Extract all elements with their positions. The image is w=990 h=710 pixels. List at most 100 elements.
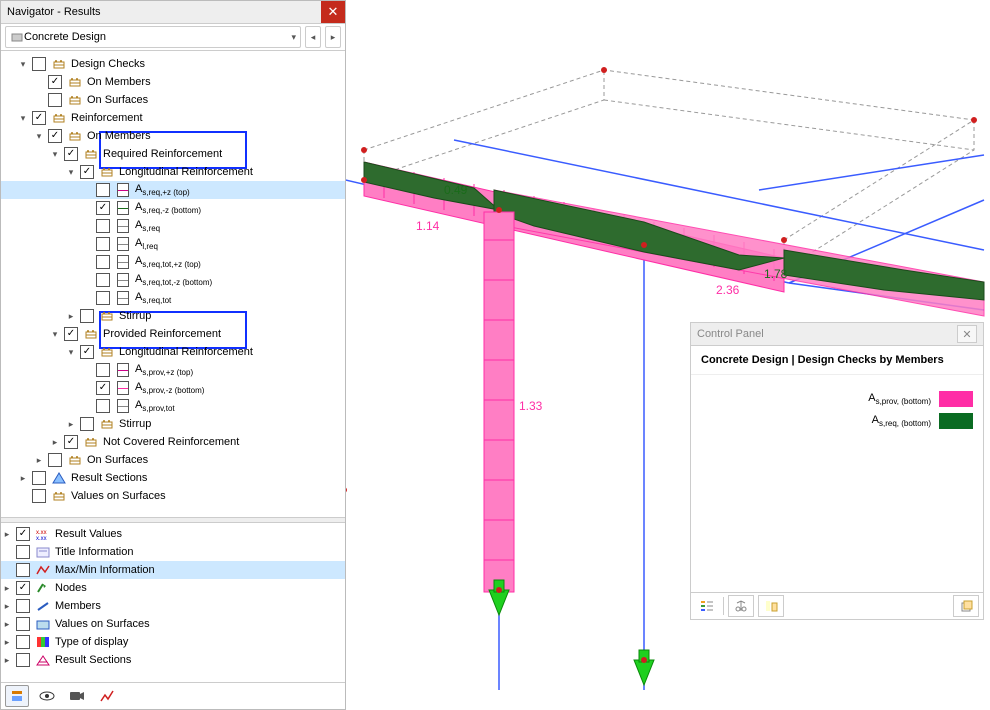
checkbox[interactable] xyxy=(48,129,62,143)
caret-open-icon[interactable]: ▾ xyxy=(49,329,61,340)
prev-button[interactable]: ◂ xyxy=(305,26,321,48)
caret-closed-icon[interactable]: ▸ xyxy=(65,311,77,322)
tree-item[interactable]: As,req,tot,-z (bottom) xyxy=(1,271,345,289)
checkbox[interactable] xyxy=(96,201,110,215)
checkbox[interactable] xyxy=(32,57,46,71)
caret-closed-icon[interactable]: ▸ xyxy=(1,655,13,666)
caret-open-icon[interactable]: ▾ xyxy=(65,167,77,178)
caret-open-icon[interactable]: ▾ xyxy=(49,149,61,160)
tree-item[interactable]: ▾Design Checks xyxy=(1,55,345,73)
display-tree[interactable]: ▸x.xxx.xxResult ValuesTitle InformationM… xyxy=(1,523,345,682)
cp-copy-button[interactable] xyxy=(953,595,979,617)
checkbox[interactable] xyxy=(64,435,78,449)
checkbox[interactable] xyxy=(64,147,78,161)
tree-item[interactable]: ▸Nodes xyxy=(1,579,345,597)
checkbox[interactable] xyxy=(80,165,94,179)
tool-camera[interactable] xyxy=(65,685,89,707)
checkbox[interactable] xyxy=(80,417,94,431)
tree-item[interactable]: ▸Result Sections xyxy=(1,651,345,669)
caret-closed-icon[interactable]: ▸ xyxy=(1,601,13,612)
tree-item[interactable]: ▸Stirrup xyxy=(1,307,345,325)
tree-item[interactable]: As,prov,-z (bottom) xyxy=(1,379,345,397)
checkbox[interactable] xyxy=(32,489,46,503)
tree-item[interactable]: On Members xyxy=(1,73,345,91)
checkbox[interactable] xyxy=(96,237,110,251)
checkbox[interactable] xyxy=(16,599,30,613)
caret-closed-icon[interactable]: ▸ xyxy=(49,437,61,448)
checkbox[interactable] xyxy=(16,545,30,559)
tree-item[interactable]: As,req xyxy=(1,217,345,235)
cp-legend-button[interactable] xyxy=(695,596,719,616)
checkbox[interactable] xyxy=(32,111,46,125)
tree-item[interactable]: As,req,+z (top) xyxy=(1,181,345,199)
caret-closed-icon[interactable]: ▸ xyxy=(1,637,13,648)
tree-item[interactable]: ▾Reinforcement xyxy=(1,109,345,127)
tree-item[interactable]: Max/Min Information xyxy=(1,561,345,579)
cp-title: Control Panel xyxy=(697,328,957,340)
cp-scale-button[interactable] xyxy=(728,595,754,617)
caret-closed-icon[interactable]: ▸ xyxy=(1,529,13,540)
checkbox[interactable] xyxy=(16,563,30,577)
checkbox[interactable] xyxy=(16,635,30,649)
checkbox[interactable] xyxy=(96,291,110,305)
checkbox[interactable] xyxy=(48,93,62,107)
caret-closed-icon[interactable]: ▸ xyxy=(1,583,13,594)
tree-item[interactable]: As,req,tot,+z (top) xyxy=(1,253,345,271)
checkbox[interactable] xyxy=(80,309,94,323)
tree-item[interactable]: ▾Longitudinal Reinforcement xyxy=(1,343,345,361)
tree-item[interactable]: As,prov,tot xyxy=(1,397,345,415)
checkbox[interactable] xyxy=(64,327,78,341)
tree-item[interactable]: ▾Longitudinal Reinforcement xyxy=(1,163,345,181)
tool-filter[interactable] xyxy=(5,685,29,707)
caret-open-icon[interactable]: ▾ xyxy=(17,59,29,70)
navigator-close-button[interactable]: ✕ xyxy=(321,1,345,23)
checkbox[interactable] xyxy=(80,345,94,359)
tree-item[interactable]: Al,req xyxy=(1,235,345,253)
tree-item[interactable]: ▸On Surfaces xyxy=(1,451,345,469)
caret-open-icon[interactable]: ▾ xyxy=(65,347,77,358)
caret-open-icon[interactable]: ▾ xyxy=(33,131,45,142)
tree-item[interactable]: ▾Provided Reinforcement xyxy=(1,325,345,343)
tree-item[interactable]: As,req,tot xyxy=(1,289,345,307)
tree-item[interactable]: ▸Members xyxy=(1,597,345,615)
checkbox[interactable] xyxy=(96,273,110,287)
tree-item[interactable]: ▸Values on Surfaces xyxy=(1,615,345,633)
tool-eye[interactable] xyxy=(35,685,59,707)
tree-item[interactable]: ▸Type of display xyxy=(1,633,345,651)
tree-item[interactable]: Values on Surfaces xyxy=(1,487,345,505)
tool-graph[interactable] xyxy=(95,685,119,707)
checkbox[interactable] xyxy=(16,653,30,667)
caret-open-icon[interactable]: ▾ xyxy=(17,113,29,124)
tree-item[interactable]: ▸Not Covered Reinforcement xyxy=(1,433,345,451)
mode-select[interactable]: Concrete Design ▾ xyxy=(5,26,301,48)
checkbox[interactable] xyxy=(96,363,110,377)
checkbox[interactable] xyxy=(96,399,110,413)
tree-item[interactable]: ▸Result Sections xyxy=(1,469,345,487)
cp-settings-button[interactable] xyxy=(758,595,784,617)
tree-item[interactable]: ▸Stirrup xyxy=(1,415,345,433)
tree-item[interactable]: On Surfaces xyxy=(1,91,345,109)
tree-item[interactable]: ▾Required Reinforcement xyxy=(1,145,345,163)
caret-closed-icon[interactable]: ▸ xyxy=(17,473,29,484)
checkbox[interactable] xyxy=(96,183,110,197)
caret-closed-icon[interactable]: ▸ xyxy=(65,419,77,430)
caret-closed-icon[interactable]: ▸ xyxy=(33,455,45,466)
tree-item[interactable]: As,prov,+z (top) xyxy=(1,361,345,379)
checkbox[interactable] xyxy=(48,453,62,467)
checkbox[interactable] xyxy=(48,75,62,89)
checkbox[interactable] xyxy=(16,581,30,595)
checkbox[interactable] xyxy=(16,527,30,541)
results-tree[interactable]: ▾Design ChecksOn MembersOn Surfaces▾Rein… xyxy=(1,51,345,517)
caret-closed-icon[interactable]: ▸ xyxy=(1,619,13,630)
tree-item[interactable]: ▸x.xxx.xxResult Values xyxy=(1,525,345,543)
cp-close-button[interactable]: ✕ xyxy=(957,325,977,343)
checkbox[interactable] xyxy=(32,471,46,485)
checkbox[interactable] xyxy=(96,255,110,269)
checkbox[interactable] xyxy=(96,381,110,395)
tree-item[interactable]: Title Information xyxy=(1,543,345,561)
tree-item[interactable]: ▾On Members xyxy=(1,127,345,145)
tree-item[interactable]: As,req,-z (bottom) xyxy=(1,199,345,217)
checkbox[interactable] xyxy=(16,617,30,631)
next-button[interactable]: ▸ xyxy=(325,26,341,48)
checkbox[interactable] xyxy=(96,219,110,233)
